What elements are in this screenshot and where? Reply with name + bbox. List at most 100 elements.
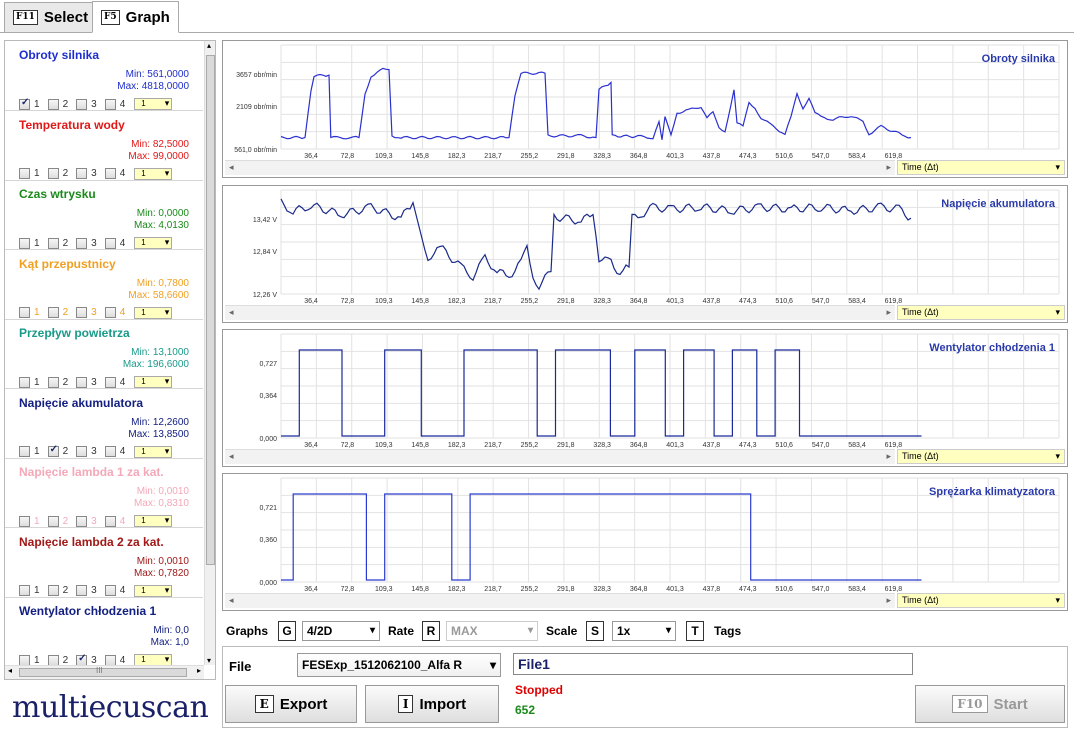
graph-checkbox-4[interactable]	[104, 515, 116, 527]
graph-checkbox-3[interactable]	[76, 98, 88, 110]
channel-max: Max: 0,7820	[133, 567, 189, 579]
line-width-select[interactable]: 1	[134, 237, 173, 249]
tab-select[interactable]: F11 Select	[4, 2, 98, 33]
graph-checkbox-1[interactable]	[19, 585, 30, 596]
graph-checkbox-1[interactable]	[19, 446, 30, 457]
graph-checkbox-3[interactable]	[76, 446, 88, 457]
channel-item[interactable]: Czas wtrysku Min: 0,0000 Max: 4,0130 1 2 3 4 1	[5, 180, 203, 250]
graph-checkbox-3[interactable]	[76, 237, 88, 249]
graph-checkbox-1[interactable]	[19, 654, 30, 666]
graph-checkbox-4[interactable]	[104, 237, 116, 249]
time-axis-select[interactable]: Time (Δt)	[897, 305, 1065, 320]
graph-checkbox-1[interactable]	[19, 515, 30, 527]
import-key: I	[397, 695, 414, 713]
graph-checkbox-4[interactable]	[104, 446, 116, 457]
time-axis-select[interactable]: Time (Δt)	[897, 160, 1065, 175]
graph-checkbox-4[interactable]	[104, 168, 116, 179]
rate-select[interactable]: MAX	[446, 621, 538, 641]
channel-list-hscroll-thumb[interactable]: III	[19, 666, 187, 677]
graph-checkbox-4[interactable]	[104, 307, 116, 318]
graph-checkbox-4[interactable]	[104, 376, 116, 388]
graph-hscroll[interactable]: ◂ ▸	[225, 449, 895, 464]
graph-checkbox-4[interactable]	[104, 98, 116, 110]
channel-item[interactable]: Przepływ powietrza Min: 13,1000 Max: 196,6…	[5, 319, 203, 389]
graph-panel[interactable]: 0,721 0,360 0,000 36,4 72,8 109,3 145,8 182,3 21…	[222, 473, 1068, 611]
scroll-left-icon[interactable]: ◂	[229, 451, 234, 462]
import-button[interactable]: I Import	[365, 685, 499, 723]
export-button[interactable]: E Export	[225, 685, 357, 723]
channel-item[interactable]: Temperatura wody Min: 82,5000 Max: 99,0000…	[5, 111, 203, 181]
scroll-left-icon[interactable]: ◂	[229, 162, 234, 173]
channel-item[interactable]: Obroty silnika Min: 561,0000 Max: 4818,000…	[5, 41, 203, 111]
line-width-select[interactable]: 1	[134, 98, 173, 110]
line-width-select[interactable]: 1	[134, 515, 173, 527]
graph-checkbox-3[interactable]	[76, 515, 88, 527]
graph-checkbox-3[interactable]	[76, 585, 88, 596]
graphs-key: G	[278, 621, 296, 641]
channel-item[interactable]: Kąt przepustnicy Min: 0,7800 Max: 58,6600 1…	[5, 250, 203, 320]
graph-plot: 3657 obr/min 2109 obr/min 561,0 obr/min 36,…	[234, 44, 1060, 160]
graph-checkbox-1[interactable]	[19, 307, 30, 318]
x-tick-label: 401,3	[666, 442, 684, 449]
tab-graph[interactable]: F5 Graph	[92, 1, 179, 33]
channel-item[interactable]: Napięcie lambda 1 za kat. Min: 0,0010 Max:…	[5, 458, 203, 528]
channel-list-vscroll[interactable]: ▴ ▾	[204, 41, 215, 665]
graph-checkbox-label: 4	[119, 585, 126, 596]
scroll-right-icon[interactable]: ▸	[886, 162, 891, 173]
scale-select[interactable]: 1x	[612, 621, 676, 641]
time-axis-select[interactable]: Time (Δt)	[897, 593, 1065, 608]
graph-checkbox-2[interactable]	[47, 237, 59, 249]
file-select[interactable]: FESExp_1512062100_Alfa R	[297, 653, 501, 677]
graph-checkbox-2[interactable]	[47, 585, 59, 596]
graph-checkbox-1[interactable]	[19, 168, 30, 179]
start-button[interactable]: F10 Start	[915, 685, 1065, 723]
graph-checkbox-1[interactable]	[19, 237, 30, 249]
graph-checkbox-4[interactable]	[104, 585, 116, 596]
graph-checkbox-2[interactable]	[47, 168, 59, 179]
graph-checkbox-2[interactable]	[47, 515, 59, 527]
graph-checkbox-1[interactable]	[19, 376, 30, 388]
graph-checkbox-3[interactable]	[76, 168, 88, 179]
channel-list-hscroll[interactable]: ◂ III ▸	[5, 665, 204, 679]
graph-checkbox-2[interactable]	[47, 654, 59, 666]
graph-checkbox-2[interactable]	[47, 307, 59, 318]
channel-item[interactable]: Wentylator chłodzenia 1 Min: 0,0 Max: 1,0 1…	[5, 597, 203, 667]
line-width-select[interactable]: 1	[134, 376, 173, 388]
channel-list-vscroll-thumb[interactable]	[206, 55, 215, 565]
scroll-left-icon[interactable]: ◂	[8, 666, 12, 675]
graph-panel[interactable]: 13,42 V 12,84 V 12,26 V 36,4 72,8 109,3 145,8 1…	[222, 185, 1068, 323]
graph-hscroll[interactable]: ◂ ▸	[225, 593, 895, 608]
scroll-up-icon[interactable]: ▴	[207, 41, 211, 50]
graph-checkbox-2[interactable]	[47, 98, 59, 110]
scroll-right-icon[interactable]: ▸	[886, 451, 891, 462]
x-tick-label: 547,0	[812, 442, 830, 449]
line-width-select[interactable]: 1	[134, 584, 173, 597]
line-width-select[interactable]: 1	[134, 445, 173, 458]
graph-checkbox-4[interactable]	[104, 654, 116, 666]
graph-hscroll[interactable]: ◂ ▸	[225, 160, 895, 175]
graph-checkbox-1[interactable]	[19, 97, 30, 110]
graph-panel[interactable]: 3657 obr/min 2109 obr/min 561,0 obr/min 36,…	[222, 40, 1068, 178]
graph-checkbox-3[interactable]	[76, 307, 88, 318]
scroll-left-icon[interactable]: ◂	[229, 595, 234, 606]
line-width-select[interactable]: 1	[134, 306, 173, 319]
channel-item[interactable]: Napięcie lambda 2 za kat. Min: 0,0010 Max:…	[5, 528, 203, 598]
graph-panel[interactable]: 0,727 0,364 0,000 36,4 72,8 109,3 145,8 182,3 21…	[222, 329, 1068, 467]
channel-item[interactable]: Napięcie akumulatora Min: 12,2600 Max: 13,…	[5, 389, 203, 459]
scroll-right-icon[interactable]: ▸	[886, 595, 891, 606]
scroll-left-icon[interactable]: ◂	[229, 307, 234, 318]
x-tick-label: 36,4	[304, 153, 318, 160]
scroll-right-icon[interactable]: ▸	[197, 666, 201, 675]
graph-checkbox-2[interactable]	[47, 444, 59, 457]
line-width-select[interactable]: 1	[134, 167, 173, 180]
scroll-down-icon[interactable]: ▾	[207, 656, 211, 665]
file-name-input[interactable]: File1	[513, 653, 913, 675]
tags-button[interactable]: Tags	[714, 624, 741, 638]
graph-hscroll[interactable]: ◂ ▸	[225, 305, 895, 320]
graphs-select[interactable]: 4/2D	[302, 621, 380, 641]
graph-checkbox-3[interactable]	[76, 653, 88, 666]
time-axis-select[interactable]: Time (Δt)	[897, 449, 1065, 464]
graph-checkbox-3[interactable]	[76, 376, 88, 388]
graph-checkbox-2[interactable]	[47, 376, 59, 388]
scroll-right-icon[interactable]: ▸	[886, 307, 891, 318]
